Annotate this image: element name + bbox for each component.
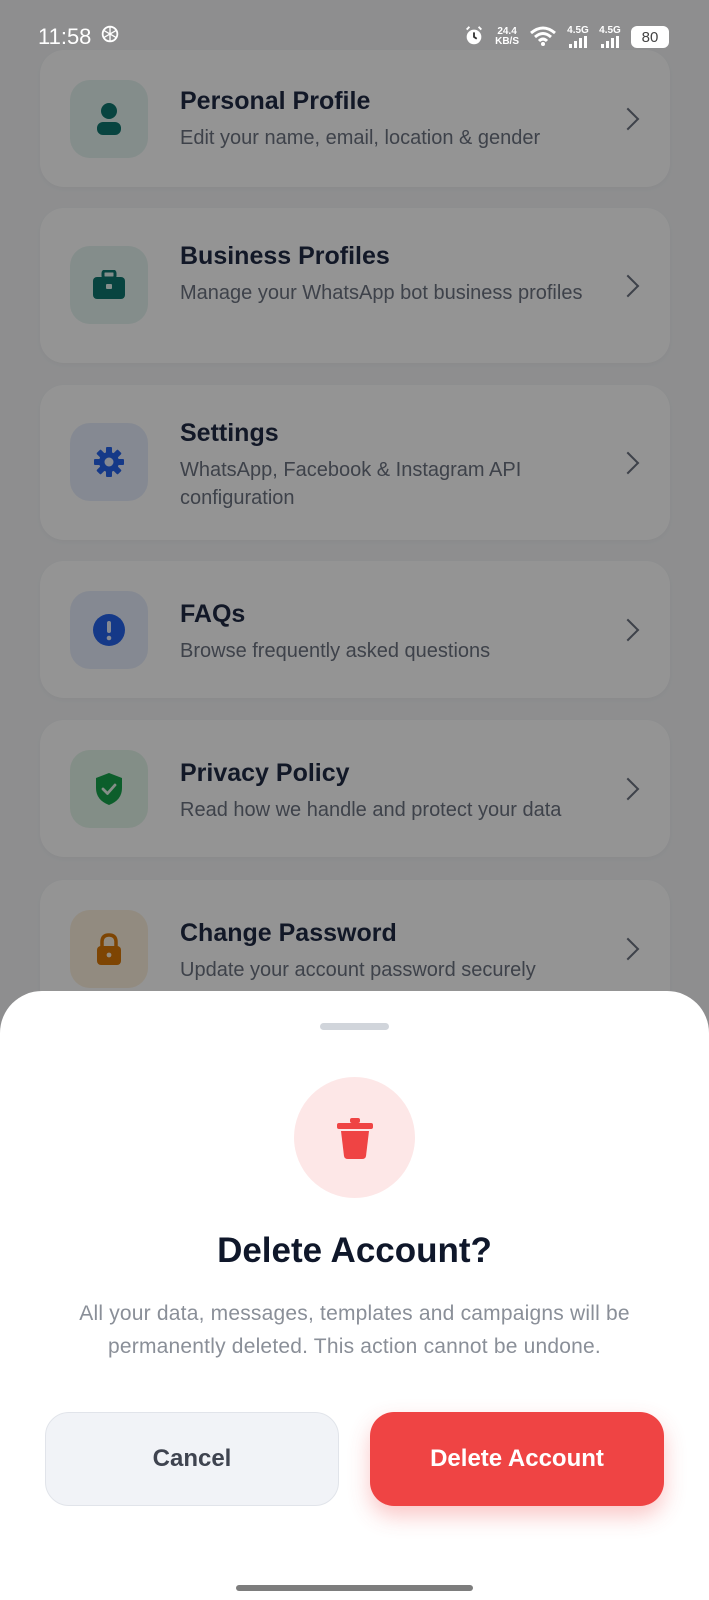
- cancel-button[interactable]: Cancel: [45, 1412, 339, 1506]
- trash-icon-badge: [294, 1077, 415, 1198]
- sim2-signal: 4.5G: [599, 26, 621, 48]
- wifi-icon: [529, 25, 557, 50]
- status-time: 11:58: [38, 24, 92, 49]
- sim1-label: 4.5G: [567, 25, 589, 36]
- delete-account-sheet: Delete Account? All your data, messages,…: [0, 991, 709, 1600]
- alarm-icon: [463, 25, 485, 50]
- dialog-message: All your data, messages, templates and c…: [79, 1302, 630, 1358]
- dialog-title: Delete Account?: [217, 1231, 492, 1270]
- drag-handle[interactable]: [320, 1023, 389, 1030]
- sim1-signal: 4.5G: [567, 26, 589, 48]
- signal-bars-icon: [569, 36, 587, 48]
- signal-bars-icon: [601, 36, 619, 48]
- battery-indicator: 80: [631, 26, 669, 48]
- trash-icon: [336, 1117, 373, 1159]
- sim2-label: 4.5G: [599, 25, 621, 36]
- net-speed-unit: KB/S: [495, 36, 519, 47]
- openai-icon: [99, 23, 121, 51]
- delete-account-button[interactable]: Delete Account: [370, 1412, 664, 1506]
- home-indicator[interactable]: [236, 1585, 473, 1591]
- status-bar: 11:58 24.4 KB/S 4.5G 4.5G 80: [0, 0, 709, 74]
- net-speed: 24.4 KB/S: [495, 27, 519, 47]
